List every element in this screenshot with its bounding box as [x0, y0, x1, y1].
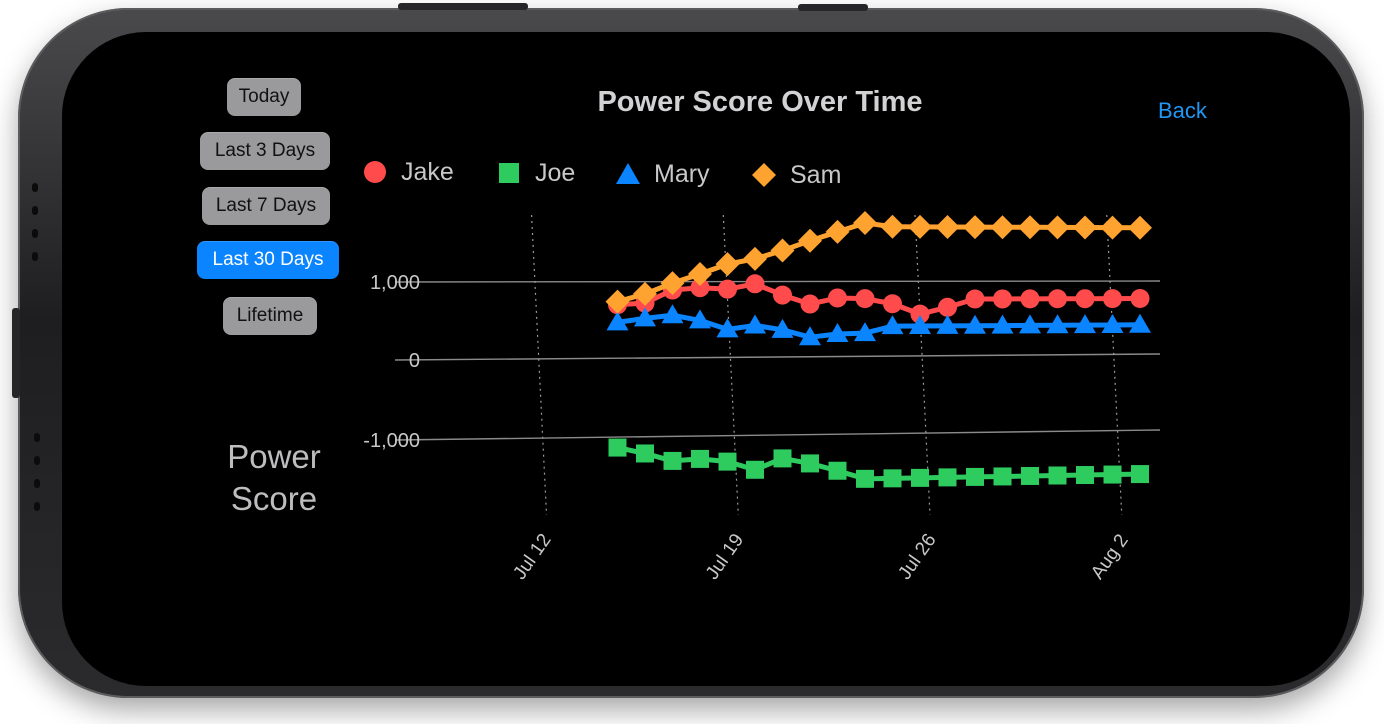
data-point-jake — [1103, 289, 1122, 309]
data-point-joe — [966, 467, 984, 486]
gridline-horizontal — [394, 429, 1161, 441]
data-point-sam — [935, 214, 960, 239]
data-point-jake — [773, 285, 792, 305]
data-point-sam — [743, 246, 767, 271]
data-point-sam — [825, 219, 850, 244]
data-point-jake — [718, 279, 737, 299]
data-point-joe — [1021, 466, 1039, 485]
power-score-chart: 1,000 0 -1,000 Jul 12 Jul 19 Jul 26 Aug 2 — [363, 210, 1161, 584]
gridline-horizontal — [394, 353, 1161, 361]
data-point-sam — [1100, 215, 1125, 240]
gridline-horizontal — [394, 280, 1161, 283]
data-point-joe — [746, 460, 764, 479]
data-point-jake — [828, 288, 847, 308]
data-point-joe — [828, 461, 847, 480]
data-point-mary — [744, 314, 766, 334]
data-point-joe — [1103, 465, 1122, 484]
data-point-joe — [718, 452, 737, 471]
data-point-sam — [1128, 215, 1152, 240]
data-point-joe — [663, 451, 682, 470]
data-point-jake — [745, 274, 765, 294]
data-point-jake — [855, 289, 875, 309]
data-point-sam — [853, 210, 877, 235]
data-point-sam — [798, 228, 822, 253]
data-point-jake — [1048, 289, 1067, 309]
data-point-sam — [770, 238, 795, 263]
x-tick-label: Jul 19 — [702, 530, 748, 584]
data-point-joe — [1131, 465, 1149, 484]
data-point-sam — [605, 289, 630, 314]
data-point-joe — [691, 449, 709, 468]
data-point-jake — [1130, 289, 1150, 309]
data-point-sam — [963, 215, 987, 240]
data-point-jake — [938, 297, 957, 317]
data-point-joe — [1048, 466, 1067, 485]
data-point-sam — [880, 214, 905, 239]
data-point-joe — [1076, 466, 1094, 485]
data-point-jake — [1020, 289, 1040, 309]
data-point-jake — [800, 294, 820, 314]
data-point-joe — [883, 469, 902, 488]
data-point-jake — [883, 294, 902, 314]
data-point-jake — [965, 289, 985, 309]
y-tick-label: 0 — [409, 350, 420, 372]
data-point-joe — [773, 449, 792, 468]
data-point-sam — [990, 215, 1015, 240]
data-point-joe — [636, 444, 654, 463]
data-point-sam — [908, 214, 932, 239]
data-point-jake — [1075, 289, 1095, 309]
data-point-sam — [715, 252, 740, 277]
data-point-joe — [993, 467, 1012, 486]
x-tick-label: Aug 2 — [1087, 530, 1133, 583]
data-point-jake — [993, 289, 1012, 309]
gridline-vertical — [530, 214, 548, 516]
data-point-joe — [608, 438, 627, 457]
data-point-joe — [801, 454, 819, 473]
data-point-sam — [688, 262, 712, 287]
y-tick-label: -1,000 — [363, 430, 420, 452]
x-tick-label: Jul 26 — [894, 530, 940, 584]
y-tick-label: 1,000 — [370, 272, 420, 294]
data-point-sam — [1073, 215, 1097, 240]
data-point-joe — [856, 469, 874, 488]
data-point-joe — [911, 468, 929, 487]
data-point-sam — [1045, 215, 1070, 240]
data-point-joe — [938, 468, 957, 487]
x-tick-label: Jul 12 — [509, 530, 555, 584]
data-point-sam — [1018, 215, 1042, 240]
